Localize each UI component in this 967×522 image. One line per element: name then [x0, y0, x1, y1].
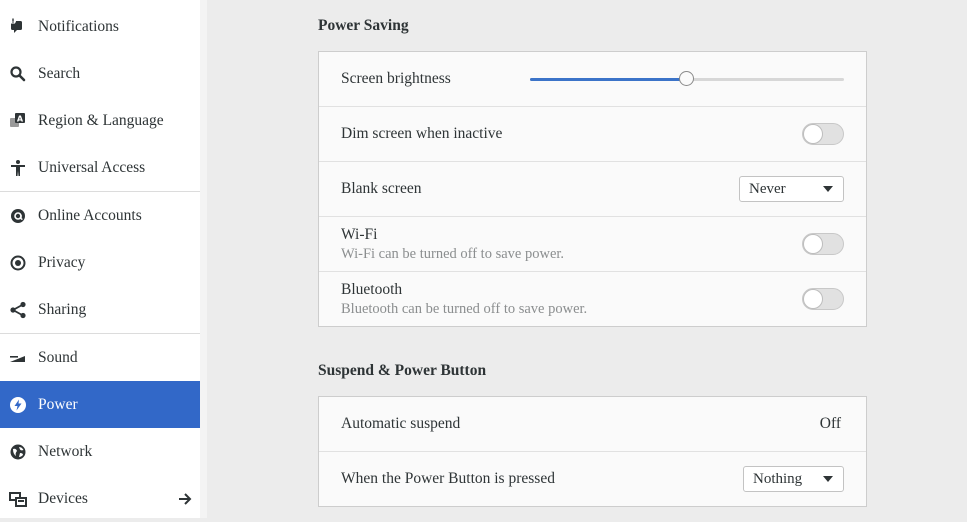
sidebar-item-label: Region & Language [38, 111, 164, 129]
universal-access-icon [9, 159, 27, 177]
brightness-slider-fill [530, 78, 687, 81]
sidebar-item-label: Power [38, 395, 78, 413]
power-button-label: When the Power Button is pressed [341, 470, 555, 487]
sidebar-item-network[interactable]: Network [0, 428, 207, 475]
brightness-slider-handle[interactable] [679, 71, 694, 86]
sidebar-item-privacy[interactable]: Privacy [0, 239, 207, 286]
automatic-suspend-label: Automatic suspend [341, 415, 461, 432]
section-title-power-saving: Power Saving [318, 17, 409, 34]
switch-knob [803, 234, 823, 254]
caret-down-icon [823, 476, 833, 482]
bluetooth-row: Bluetooth Bluetooth can be turned off to… [319, 272, 866, 327]
sidebar-item-region-language[interactable]: A Region & Language [0, 97, 207, 144]
blank-screen-row: Blank screen Never [319, 162, 866, 217]
sidebar-item-sound[interactable]: Sound [0, 334, 207, 381]
sidebar-item-label: Sharing [38, 300, 87, 318]
screen-brightness-row: Screen brightness [319, 52, 866, 107]
dim-screen-switch[interactable] [802, 123, 844, 145]
sidebar-item-label: Privacy [38, 253, 86, 271]
region-language-icon: A [9, 112, 27, 130]
section-title-suspend: Suspend & Power Button [318, 362, 487, 379]
sidebar-item-universal-access[interactable]: Universal Access [0, 144, 207, 191]
wifi-switch[interactable] [802, 233, 844, 255]
blank-screen-dropdown[interactable]: Never [739, 176, 844, 202]
devices-icon [9, 490, 27, 508]
svg-text:A: A [17, 114, 24, 123]
power-button-row: When the Power Button is pressed Nothing [319, 452, 866, 507]
wifi-label: Wi-Fi [341, 226, 378, 243]
automatic-suspend-value: Off [819, 415, 841, 432]
sidebar-item-sharing[interactable]: Sharing [0, 286, 207, 333]
notifications-icon [9, 17, 27, 36]
sidebar-item-online-accounts[interactable]: Online Accounts [0, 192, 207, 239]
sidebar-item-label: Devices [38, 489, 88, 507]
network-icon [9, 443, 27, 461]
sidebar-item-label: Universal Access [38, 158, 146, 176]
sound-icon [9, 349, 27, 367]
search-icon [9, 65, 27, 83]
power-button-dropdown[interactable]: Nothing [743, 466, 844, 492]
sidebar-scroll-gutter [200, 0, 207, 518]
dim-screen-row: Dim screen when inactive [319, 107, 866, 162]
screen-brightness-label: Screen brightness [341, 70, 451, 87]
blank-screen-label: Blank screen [341, 180, 422, 197]
sidebar-item-search[interactable]: Search [0, 50, 207, 97]
wifi-description: Wi-Fi can be turned off to save power. [341, 246, 565, 262]
sidebar: Notifications Search A Region & Language… [0, 0, 207, 518]
power-icon [9, 396, 27, 414]
sidebar-item-devices[interactable]: Devices [0, 475, 207, 522]
brightness-slider[interactable] [530, 71, 844, 86]
sharing-icon [9, 301, 27, 319]
power-button-value: Nothing [753, 470, 803, 487]
bluetooth-switch[interactable] [802, 288, 844, 310]
caret-down-icon [823, 186, 833, 192]
switch-knob [803, 289, 823, 309]
suspend-list: Automatic suspend Off When the Power But… [318, 396, 867, 507]
sidebar-item-notifications[interactable]: Notifications [0, 3, 207, 50]
sidebar-item-label: Network [38, 442, 93, 460]
arrow-right-icon [178, 492, 192, 506]
automatic-suspend-row[interactable]: Automatic suspend Off [319, 397, 866, 452]
blank-screen-value: Never [749, 180, 786, 197]
switch-knob [803, 124, 823, 144]
sidebar-item-label: Search [38, 64, 81, 82]
dim-screen-label: Dim screen when inactive [341, 125, 503, 142]
bluetooth-description: Bluetooth can be turned off to save powe… [341, 301, 588, 317]
bluetooth-label: Bluetooth [341, 281, 403, 298]
privacy-icon [9, 254, 27, 272]
sidebar-item-label: Notifications [38, 17, 119, 35]
online-accounts-icon [9, 207, 27, 225]
sidebar-item-label: Sound [38, 348, 78, 366]
sidebar-item-power[interactable]: Power [0, 381, 207, 428]
power-saving-list: Screen brightness Dim screen when inacti… [318, 51, 867, 327]
sidebar-item-label: Online Accounts [38, 206, 142, 224]
wifi-row: Wi-Fi Wi-Fi can be turned off to save po… [319, 217, 866, 272]
